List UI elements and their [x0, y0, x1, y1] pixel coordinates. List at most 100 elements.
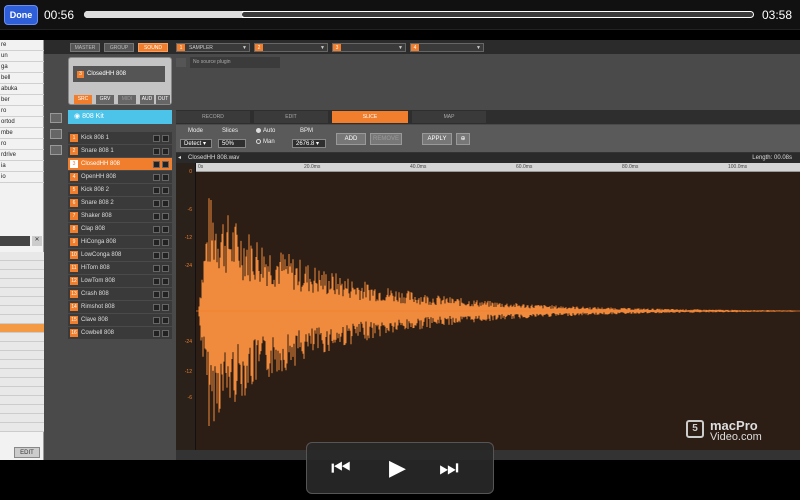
play-view-icon[interactable] — [50, 145, 62, 155]
mute-button[interactable] — [153, 316, 160, 324]
sound-row[interactable]: 14 Rimshot 808 — [68, 301, 172, 314]
browser-result-row[interactable] — [0, 414, 44, 423]
solo-button[interactable] — [162, 147, 169, 155]
sound-row[interactable]: 6 Snare 808 2 — [68, 197, 172, 210]
tab-edit[interactable]: EDIT — [254, 111, 328, 123]
man-radio[interactable]: Man — [256, 139, 275, 145]
mute-button[interactable] — [153, 199, 160, 207]
sound-row[interactable]: 16 Cowbell 808 — [68, 327, 172, 340]
browser-item[interactable]: io — [0, 172, 44, 183]
tab-src[interactable]: SRC — [74, 95, 92, 104]
browser-result-row[interactable] — [0, 333, 44, 342]
browser-result-row[interactable] — [0, 396, 44, 405]
mute-button[interactable] — [153, 160, 160, 168]
sound-row[interactable]: 9 HiConga 808 — [68, 236, 172, 249]
browser-result-row[interactable] — [0, 387, 44, 396]
mute-button[interactable] — [153, 251, 160, 259]
browser-result-row[interactable] — [0, 423, 44, 432]
remove-button[interactable]: REMOVE — [370, 133, 402, 145]
sound-row[interactable]: 11 HiTom 808 — [68, 262, 172, 275]
sound-button[interactable]: SOUND — [138, 43, 168, 52]
slices-field[interactable]: 50% — [218, 139, 246, 148]
plugin-slot-1[interactable]: 1 SAMPLER ▼ — [176, 43, 250, 52]
mute-button[interactable] — [153, 264, 160, 272]
browser-result-row[interactable] — [0, 405, 44, 414]
browser-result-row[interactable] — [0, 261, 44, 270]
mute-button[interactable] — [153, 303, 160, 311]
sound-row[interactable]: 2 Snare 808 1 — [68, 145, 172, 158]
solo-button[interactable] — [162, 225, 169, 233]
mute-button[interactable] — [153, 225, 160, 233]
sound-row[interactable]: 7 Shaker 808 — [68, 210, 172, 223]
browser-result-row[interactable] — [0, 342, 44, 351]
browser-result-row[interactable] — [0, 324, 44, 333]
solo-button[interactable] — [162, 303, 169, 311]
tab-slice[interactable]: SLICE — [332, 111, 408, 123]
tab-record[interactable]: RECORD — [176, 111, 250, 123]
browser-result-row[interactable] — [0, 288, 44, 297]
sound-name[interactable]: 3 ClosedHH 808 — [73, 66, 165, 82]
time-ruler[interactable]: 0s 20.0ms 40.0ms 60.0ms 80.0ms 100.0ms — [196, 163, 800, 172]
mode-select[interactable]: Detect ▾ — [180, 139, 212, 148]
browser-item[interactable]: ro — [0, 106, 44, 117]
browser-result-row[interactable] — [0, 360, 44, 369]
sound-row[interactable]: 1 Kick 808 1 — [68, 132, 172, 145]
browser-result-row[interactable] — [0, 252, 44, 261]
master-button[interactable]: MASTER — [70, 43, 100, 52]
sound-row[interactable]: 5 Kick 808 2 — [68, 184, 172, 197]
auto-radio[interactable]: Auto — [256, 128, 275, 134]
list-view-icon[interactable] — [50, 113, 62, 123]
sound-row[interactable]: 3 ClosedHH 808 — [68, 158, 172, 171]
sound-row[interactable]: 12 LowTom 808 — [68, 275, 172, 288]
sound-row[interactable]: 4 OpenHH 808 — [68, 171, 172, 184]
video-scrubber[interactable] — [84, 11, 754, 18]
bpm-field[interactable]: 2676.8 ▾ — [292, 139, 326, 148]
browser-result-row[interactable] — [0, 306, 44, 315]
mute-button[interactable] — [153, 173, 160, 181]
browser-item[interactable]: ga — [0, 62, 44, 73]
solo-button[interactable] — [162, 186, 169, 194]
solo-button[interactable] — [162, 199, 169, 207]
mute-button[interactable] — [153, 186, 160, 194]
tab-out[interactable]: OUT — [156, 95, 170, 104]
solo-button[interactable] — [162, 251, 169, 259]
solo-button[interactable] — [162, 264, 169, 272]
grid-view-icon[interactable] — [50, 129, 62, 139]
done-button[interactable]: Done — [4, 5, 38, 25]
mute-button[interactable] — [153, 277, 160, 285]
apply-button[interactable]: APPLY — [422, 133, 452, 145]
browser-item[interactable]: ber — [0, 95, 44, 106]
solo-button[interactable] — [162, 160, 169, 168]
browser-item[interactable]: mbe — [0, 128, 44, 139]
edit-button[interactable]: EDIT — [14, 447, 40, 458]
sound-row[interactable]: 10 LowConga 808 — [68, 249, 172, 262]
browser-item[interactable]: abuka — [0, 84, 44, 95]
browser-item[interactable]: un — [0, 51, 44, 62]
plugin-slot-2[interactable]: 2 ▼ — [254, 43, 328, 52]
browser-result-row[interactable] — [0, 351, 44, 360]
solo-button[interactable] — [162, 212, 169, 220]
mute-button[interactable] — [153, 290, 160, 298]
solo-button[interactable] — [162, 329, 169, 337]
browser-item[interactable]: rdrive — [0, 150, 44, 161]
browser-item[interactable]: ro — [0, 139, 44, 150]
sound-row[interactable]: 15 Clave 808 — [68, 314, 172, 327]
tab-aud[interactable]: AUD — [140, 95, 154, 104]
play-button[interactable]: ▶ — [389, 457, 406, 479]
solo-button[interactable] — [162, 134, 169, 142]
solo-button[interactable] — [162, 290, 169, 298]
plugin-slot-4[interactable]: 4 ▼ — [410, 43, 484, 52]
mute-button[interactable] — [153, 329, 160, 337]
add-button[interactable]: ADD — [336, 133, 366, 145]
browser-item[interactable]: bell — [0, 73, 44, 84]
tab-map[interactable]: MAP — [412, 111, 486, 123]
browser-item[interactable]: ia — [0, 161, 44, 172]
back-arrow-icon[interactable]: ◂ — [178, 153, 181, 163]
sound-row[interactable]: 13 Crash 808 — [68, 288, 172, 301]
sound-row[interactable]: 8 Clap 808 — [68, 223, 172, 236]
browser-item[interactable]: re — [0, 40, 44, 51]
solo-button[interactable] — [162, 173, 169, 181]
browser-result-row[interactable] — [0, 279, 44, 288]
mute-button[interactable] — [153, 134, 160, 142]
drag-slices-icon[interactable]: ⊕ — [456, 133, 470, 145]
